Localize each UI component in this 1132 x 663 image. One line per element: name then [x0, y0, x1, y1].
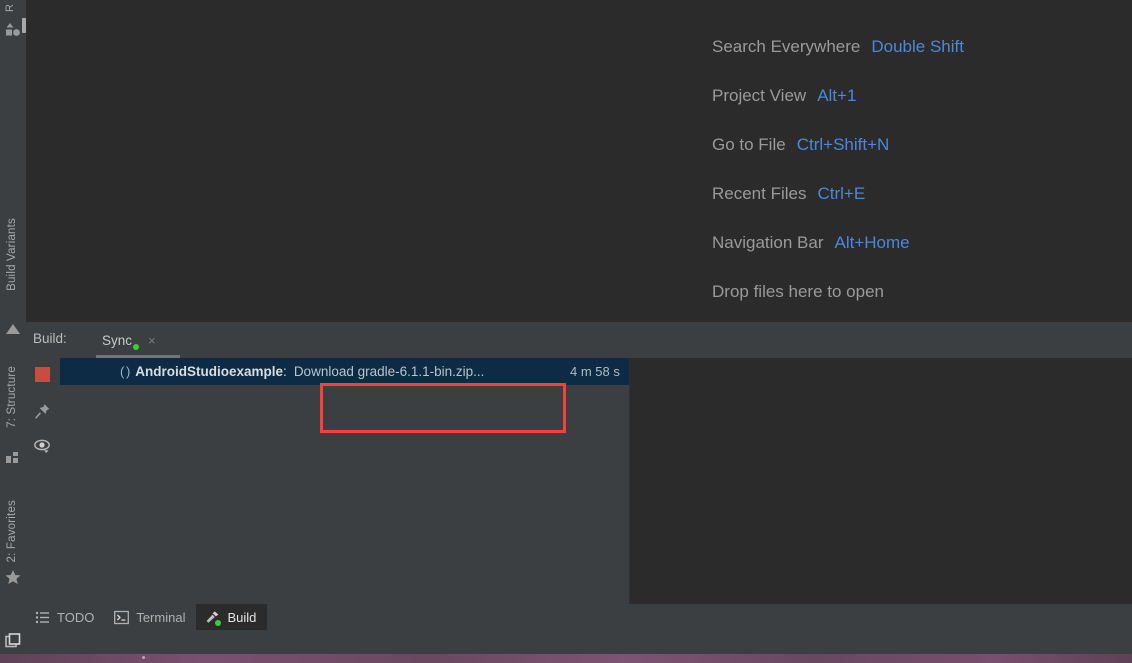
build-tab-bar: Build: Sync × — [26, 322, 1132, 358]
pin-tab-icon[interactable] — [33, 402, 52, 421]
build-tree-pane[interactable]: ( ) AndroidStudioexample : Download grad… — [60, 358, 630, 604]
build-status-dot-icon — [215, 619, 222, 626]
terminal-icon — [114, 610, 130, 625]
welcome-label: Search Everywhere — [712, 36, 861, 56]
bottom-tab-terminal[interactable]: Terminal — [105, 604, 196, 630]
stop-button[interactable] — [35, 367, 50, 382]
android-studio-window: R Build Variants 7: Structure 2: Favorit… — [0, 0, 1132, 663]
welcome-row-navigation-bar: Navigation Bar Alt+Home — [712, 218, 1132, 267]
resource-manager-icon[interactable] — [4, 20, 22, 38]
welcome-shortcut-list: Search Everywhere Double Shift Project V… — [712, 22, 1132, 316]
welcome-label: Project View — [712, 85, 807, 105]
welcome-shortcut: Alt+Home — [834, 232, 910, 252]
welcome-row-go-to-file: Go to File Ctrl+Shift+N — [712, 120, 1132, 169]
sidebar-item-structure-label[interactable]: 7: Structure — [6, 366, 18, 428]
bottom-tab-build[interactable]: Build — [196, 604, 268, 630]
welcome-label: Navigation Bar — [712, 232, 824, 252]
structure-icon[interactable] — [4, 448, 22, 466]
welcome-label: Go to File — [712, 134, 786, 154]
build-gutter-toolbar — [26, 358, 60, 604]
build-tool-window: Build: Sync × () AndroidStudioexample:… — [26, 322, 1132, 604]
welcome-shortcut: Double Shift — [871, 36, 964, 56]
build-row-task-name: Download gradle-6.1.1-bin.zip... — [293, 364, 485, 379]
build-row-project-name: AndroidStudioexample — [135, 364, 284, 379]
favorites-star-icon[interactable] — [4, 568, 22, 586]
progress-spinner-icon: ( ) — [120, 364, 130, 379]
tab-sync[interactable]: Sync × — [96, 326, 162, 354]
eye-filter-icon[interactable] — [33, 437, 52, 456]
status-bar — [0, 630, 1132, 654]
welcome-label: Recent Files — [712, 183, 807, 203]
bottom-tab-label: Terminal — [136, 609, 186, 625]
build-row-duration: 4 m 58 s — [570, 364, 620, 379]
welcome-row-recent-files: Recent Files Ctrl+E — [712, 169, 1132, 218]
welcome-shortcut: Ctrl+Shift+N — [796, 134, 890, 154]
bottom-tab-label: TODO — [57, 609, 95, 625]
todo-list-icon — [35, 610, 50, 625]
bottom-tool-bar: TODO Terminal Build — [26, 604, 1132, 630]
taskbar-indicator-icon — [142, 656, 145, 659]
hammer-icon — [205, 610, 222, 626]
welcome-row-drop-files: Drop files here to open — [712, 267, 1132, 316]
window-restore-icon[interactable] — [5, 633, 22, 650]
bottom-tab-label: Build — [227, 609, 257, 625]
sidebar-item-favorites-label[interactable]: 2: Favorites — [6, 500, 18, 562]
os-taskbar[interactable] — [0, 654, 1132, 663]
resource-manager-label[interactable]: R — [4, 0, 28, 12]
welcome-row-project-view: Project View Alt+1 — [712, 71, 1132, 120]
welcome-shortcut: Alt+1 — [817, 85, 857, 105]
build-row-separator: : — [283, 364, 287, 379]
bottom-tab-todo[interactable]: TODO — [26, 604, 105, 630]
close-icon[interactable]: × — [148, 334, 156, 347]
highlight-rectangle — [320, 383, 566, 433]
welcome-label: Drop files here to open — [712, 281, 884, 301]
build-detail-pane[interactable] — [630, 358, 1132, 604]
welcome-row-search-everywhere: Search Everywhere Double Shift — [712, 22, 1132, 71]
left-tool-strip: R Build Variants 7: Structure 2: Favorit… — [0, 0, 26, 654]
tab-status-dot-icon — [133, 344, 140, 350]
build-tree-row-selected[interactable]: ( ) AndroidStudioexample : Download grad… — [60, 358, 629, 385]
welcome-shortcut: Ctrl+E — [817, 183, 866, 203]
build-variants-icon[interactable] — [4, 320, 22, 338]
tab-sync-label: Sync — [102, 332, 133, 348]
editor-welcome-area: Search Everywhere Double Shift Project V… — [26, 0, 1132, 322]
build-window-title: Build: — [33, 331, 67, 346]
sidebar-item-build-variants-label[interactable]: Build Variants — [6, 218, 18, 291]
